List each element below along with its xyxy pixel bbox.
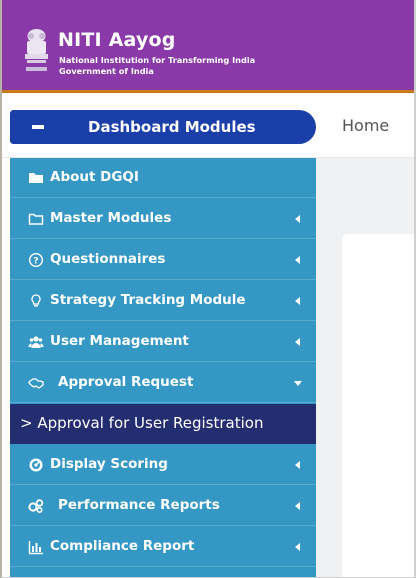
page: NITI Aayog National Institution for Tran… xyxy=(0,0,416,578)
sidebar-item-approval-request[interactable]: Approval Request xyxy=(10,363,316,403)
folder-icon xyxy=(29,173,43,183)
caret-left-icon[interactable] xyxy=(295,461,300,469)
brand-title: NITI Aayog xyxy=(58,29,176,51)
sidebar-item-label: Performance Reports xyxy=(58,497,220,513)
sidebar-item-master-modules[interactable]: Master Modules xyxy=(10,199,316,239)
sidebar-item-label: Display Scoring xyxy=(50,456,168,472)
sidebar-subitem-approval-user-registration[interactable]: > Approval for User Registration xyxy=(10,404,316,444)
sidebar-item-label: Compliance Report xyxy=(50,538,195,554)
sidebar-item-about-dgqi[interactable]: About DGQI xyxy=(10,158,316,198)
users-icon xyxy=(28,336,44,348)
breadcrumb-home[interactable]: Home xyxy=(342,116,389,135)
top-nav: Dashboard Modules Home xyxy=(2,96,414,158)
sidebar-subitem-label: > Approval for User Registration xyxy=(20,414,264,432)
sidebar-item-strategy-tracking[interactable]: Strategy Tracking Module xyxy=(10,281,316,321)
brand-subtitle-gov: Government of India xyxy=(59,66,154,76)
dashboard-modules-label: Dashboard Modules xyxy=(88,118,256,136)
sidebar-item-label: About DGQI xyxy=(50,169,139,185)
caret-left-icon[interactable] xyxy=(295,502,300,510)
sidebar-item-user-management[interactable]: User Management xyxy=(10,322,316,362)
svg-text:?: ? xyxy=(33,256,38,266)
sidebar-item-label: Master Modules xyxy=(50,210,172,226)
caret-down-icon[interactable] xyxy=(294,381,302,386)
caret-left-icon[interactable] xyxy=(295,297,300,305)
question-circle-icon: ? xyxy=(28,252,44,268)
content-card xyxy=(342,234,414,577)
bar-chart-icon xyxy=(28,541,43,555)
dashboard-modules-toggle[interactable]: Dashboard Modules xyxy=(10,110,316,144)
gears-icon xyxy=(28,499,44,514)
main-content xyxy=(316,158,414,577)
sidebar-item-label: Questionnaires xyxy=(50,251,166,267)
caret-left-icon[interactable] xyxy=(295,256,300,264)
site-header: NITI Aayog National Institution for Tran… xyxy=(2,0,414,93)
gauge-icon xyxy=(29,458,43,472)
caret-left-icon[interactable] xyxy=(295,543,300,551)
sidebar-item-label: Strategy Tracking Module xyxy=(50,292,246,308)
lightbulb-icon xyxy=(31,294,41,307)
handshake-icon xyxy=(28,378,44,389)
sidebar-item-performance-reports[interactable]: Performance Reports xyxy=(10,486,316,526)
sidebar-item-compliance-report[interactable]: Compliance Report xyxy=(10,527,316,567)
sidebar: About DGQI Master Modules ? Questionnair… xyxy=(10,158,316,577)
sidebar-item-questionnaires[interactable]: ? Questionnaires xyxy=(10,240,316,280)
sidebar-item-label: Approval Request xyxy=(58,374,194,390)
sidebar-item-display-scoring[interactable]: Display Scoring xyxy=(10,445,316,485)
caret-left-icon[interactable] xyxy=(295,215,300,223)
national-emblem-logo xyxy=(25,29,48,71)
folder-outline-icon xyxy=(28,213,44,225)
sidebar-item-label: User Management xyxy=(50,333,189,349)
caret-left-icon[interactable] xyxy=(295,338,300,346)
minus-icon[interactable] xyxy=(18,110,60,144)
brand-subtitle: National Institution for Transforming In… xyxy=(59,55,256,65)
